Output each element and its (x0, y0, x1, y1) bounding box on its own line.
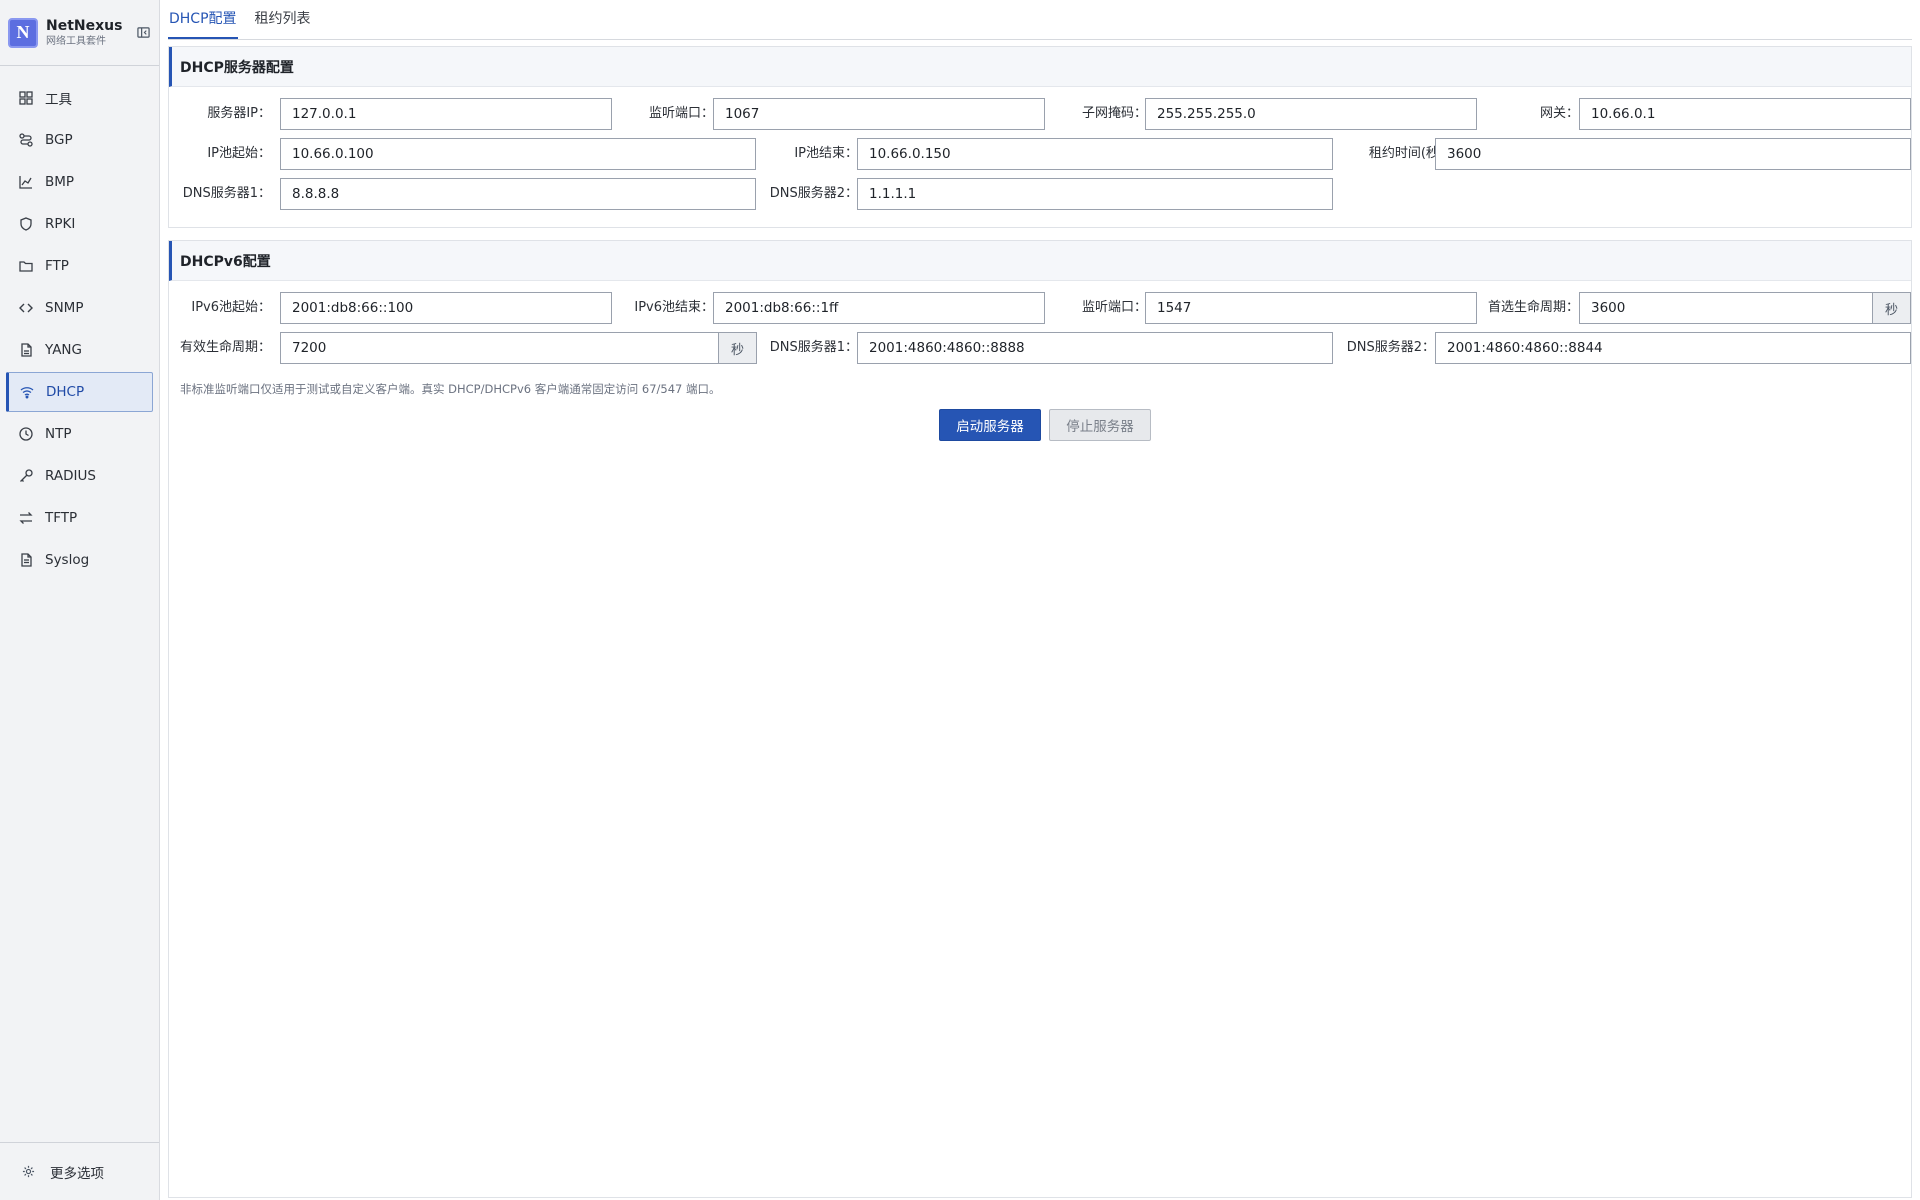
valid-seconds-suffix: 秒 (719, 332, 757, 364)
sidebar-item-label: DHCP (46, 384, 85, 400)
subnet-mask-label: 子网掩码： (1081, 106, 1147, 121)
stop-server-button[interactable]: 停止服务器 (1049, 409, 1151, 441)
sidebar: N NetNexus 网络工具套件 工具 BGP BMP RPKI FTP SN… (0, 0, 160, 1200)
tab-dhcp-config[interactable]: DHCP配置 (168, 0, 238, 39)
v6-dns2-input[interactable] (1435, 332, 1911, 364)
ipv6-pool-end-label: IPv6池结束： (634, 300, 714, 315)
dns1-label: DNS服务器1： (182, 186, 271, 201)
dhcp-server-card: DHCP服务器配置 服务器IP： 监听端口： 子网掩码： 网关： IP池起始： … (168, 46, 1912, 228)
sidebar-item-syslog[interactable]: Syslog (6, 540, 153, 580)
port-hint-text: 非标准监听端口仅适用于测试或自定义客户端。真实 DHCP/DHCPv6 客户端通… (180, 382, 721, 396)
gear-icon (22, 1165, 36, 1179)
sidebar-item-tools[interactable]: 工具 (6, 78, 153, 118)
transfer-icon (18, 510, 34, 526)
preferred-lifetime-input[interactable] (1579, 292, 1873, 324)
server-ip-label: 服务器IP： (207, 106, 271, 121)
sidebar-item-bmp[interactable]: BMP (6, 162, 153, 202)
tab-lease-list[interactable]: 租约列表 (254, 0, 312, 39)
sidebar-item-label: FTP (45, 258, 69, 274)
pool-start-input[interactable] (280, 138, 756, 170)
lease-time-input[interactable] (1435, 138, 1911, 170)
more-options-label: 更多选项 (50, 1165, 104, 1182)
key-icon (18, 468, 34, 484)
sidebar-item-yang[interactable]: YANG (6, 330, 153, 370)
folder-icon (18, 258, 34, 274)
pool-start-label: IP池起始： (207, 146, 271, 161)
main-content: DHCP配置 租约列表 DHCP服务器配置 服务器IP： 监听端口： 子网掩码：… (168, 0, 1912, 1200)
ipv6-pool-end-input[interactable] (713, 292, 1045, 324)
v6-listen-port-label: 监听端口： (1081, 300, 1147, 315)
app-logo: N (8, 17, 38, 48)
ipv6-pool-start-input[interactable] (280, 292, 612, 324)
sidebar-item-rpki[interactable]: RPKI (6, 204, 153, 244)
valid-lifetime-input[interactable] (280, 332, 719, 364)
clock-icon (18, 426, 34, 442)
sidebar-item-label: SNMP (45, 300, 84, 316)
document-icon (18, 552, 34, 568)
brand-text: NetNexus 网络工具套件 (46, 17, 135, 49)
wifi-icon (19, 384, 35, 400)
tab-bar: DHCP配置 租约列表 (168, 0, 1912, 40)
pool-end-input[interactable] (857, 138, 1333, 170)
sidebar-item-ntp[interactable]: NTP (6, 414, 153, 454)
sidebar-item-label: NTP (45, 426, 72, 442)
sidebar-collapse-icon[interactable] (135, 25, 151, 41)
v6-dns1-input[interactable] (857, 332, 1333, 364)
start-server-button[interactable]: 启动服务器 (939, 409, 1041, 441)
dns2-label: DNS服务器2： (769, 186, 858, 201)
sidebar-item-snmp[interactable]: SNMP (6, 288, 153, 328)
sidebar-item-label: RADIUS (45, 468, 96, 484)
sidebar-item-label: RPKI (45, 216, 76, 232)
empty-content-area (168, 461, 1912, 1198)
v6-dns2-label: DNS服务器2： (1346, 340, 1435, 355)
listen-port-label: 监听端口： (648, 106, 714, 121)
pool-end-label: IP池结束： (794, 146, 858, 161)
chart-icon (18, 174, 34, 190)
valid-lifetime-label: 有效生命周期： (179, 340, 271, 355)
listen-port-input[interactable] (713, 98, 1045, 130)
code-icon (18, 300, 34, 316)
dhcp-card-title: DHCP服务器配置 (169, 47, 1911, 87)
ipv6-pool-start-label: IPv6池起始： (191, 300, 271, 315)
shield-icon (18, 216, 34, 232)
subnet-mask-input[interactable] (1145, 98, 1477, 130)
dns1-input[interactable] (280, 178, 756, 210)
gateway-label: 网关： (1539, 106, 1579, 121)
sidebar-item-label: YANG (45, 342, 82, 358)
gateway-input[interactable] (1579, 98, 1911, 130)
sidebar-item-label: TFTP (45, 510, 78, 526)
app-subtitle: 网络工具套件 (46, 35, 106, 47)
preferred-seconds-suffix: 秒 (1873, 292, 1911, 324)
v6-dns1-label: DNS服务器1： (769, 340, 858, 355)
app-name: NetNexus (46, 17, 123, 34)
sidebar-item-tftp[interactable]: TFTP (6, 498, 153, 538)
route-icon (18, 132, 34, 148)
sidebar-item-label: Syslog (45, 552, 90, 568)
preferred-lifetime-label: 首选生命周期： (1487, 300, 1579, 315)
more-options-button[interactable]: 更多选项 (0, 1142, 159, 1200)
sidebar-item-dhcp[interactable]: DHCP (6, 372, 153, 412)
sidebar-item-label: BGP (45, 132, 73, 148)
sidebar-item-bgp[interactable]: BGP (6, 120, 153, 160)
dhcpv6-card-title: DHCPv6配置 (169, 241, 1911, 281)
sidebar-item-ftp[interactable]: FTP (6, 246, 153, 286)
sidebar-nav: 工具 BGP BMP RPKI FTP SNMP YANG DHCP NTP R… (0, 66, 159, 580)
grid-icon (18, 90, 34, 106)
sidebar-item-label: 工具 (45, 92, 72, 108)
dhcpv6-card: DHCPv6配置 IPv6池起始： IPv6池结束： 监听端口： 首选生命周期：… (168, 240, 1912, 462)
brand: N NetNexus 网络工具套件 (0, 0, 159, 66)
dns2-input[interactable] (857, 178, 1333, 210)
v6-listen-port-input[interactable] (1145, 292, 1477, 324)
server-ip-input[interactable] (280, 98, 612, 130)
file-icon (18, 342, 34, 358)
sidebar-item-radius[interactable]: RADIUS (6, 456, 153, 496)
sidebar-item-label: BMP (45, 174, 75, 190)
